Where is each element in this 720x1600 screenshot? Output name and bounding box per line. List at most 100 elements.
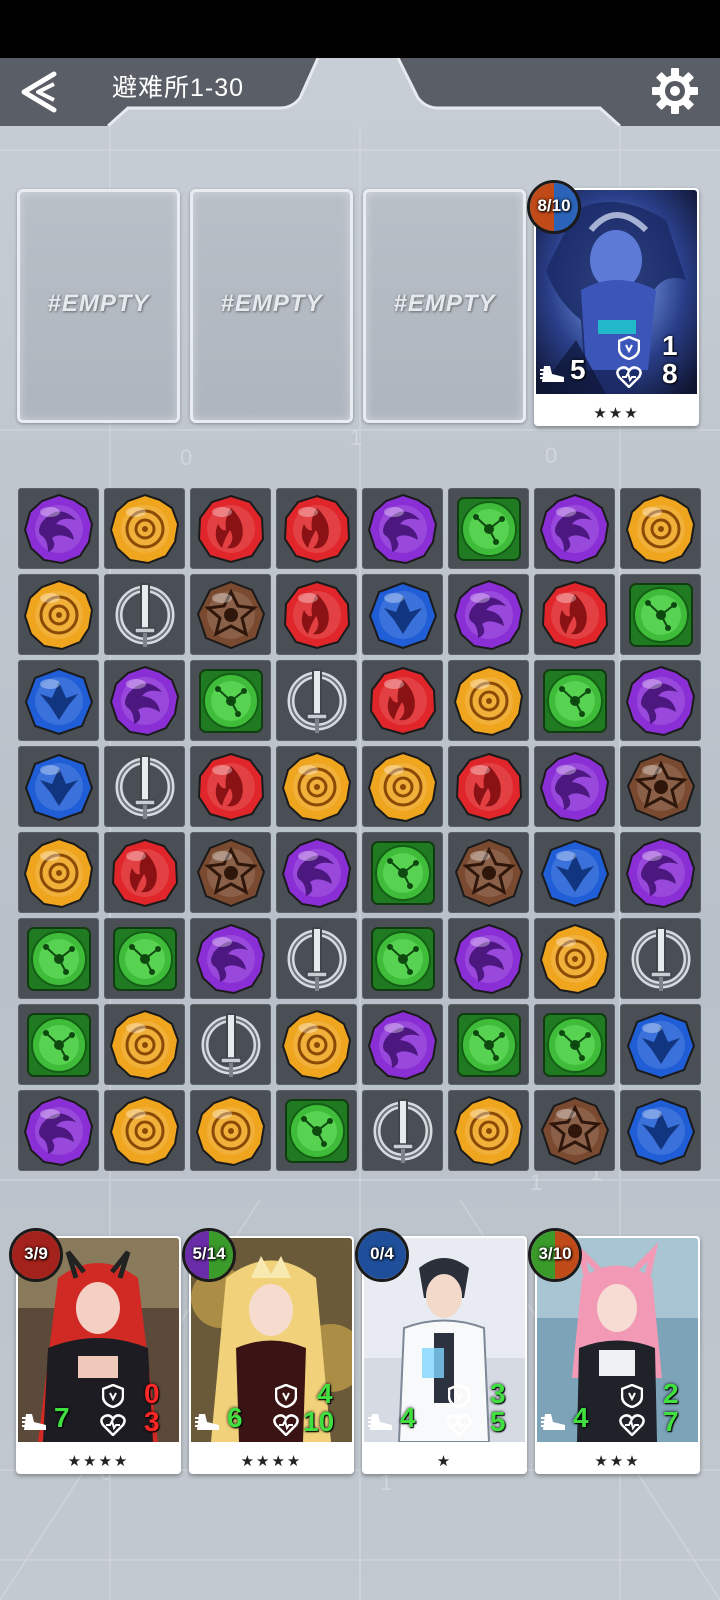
board-cell[interactable] (276, 488, 357, 569)
hero-card-3[interactable]: 0/4 4 3 5 ★ (355, 1228, 527, 1474)
board-cell[interactable] (190, 660, 271, 741)
board-cell[interactable] (18, 746, 99, 827)
board-cell[interactable] (276, 1090, 357, 1171)
board-cell[interactable] (362, 660, 443, 741)
green-nature-gem-icon (543, 1013, 607, 1077)
board-cell[interactable] (104, 1004, 185, 1085)
board-cell[interactable] (620, 832, 701, 913)
board-cell[interactable] (190, 488, 271, 569)
svg-text:0: 0 (545, 443, 557, 468)
heart-icon (446, 1414, 472, 1436)
green-nature-gem-icon (199, 669, 263, 733)
board-cell[interactable] (620, 660, 701, 741)
svg-text:1: 1 (350, 425, 362, 450)
board-cell[interactable] (362, 832, 443, 913)
board-cell[interactable] (534, 574, 615, 655)
empty-slot-1[interactable]: #EMPTY (17, 189, 180, 423)
board-cell[interactable] (620, 574, 701, 655)
board-cell[interactable] (276, 746, 357, 827)
purple-wind-gem-icon (625, 837, 696, 909)
board-cell[interactable] (104, 660, 185, 741)
yellow-sun-gem-icon (23, 837, 94, 909)
energy-value: 0/4 (370, 1244, 394, 1263)
purple-wind-gem-icon (367, 1009, 438, 1081)
board-cell[interactable] (276, 574, 357, 655)
board-cell[interactable] (190, 832, 271, 913)
board-cell[interactable] (620, 1004, 701, 1085)
board-cell[interactable] (362, 918, 443, 999)
board-cell[interactable] (104, 1090, 185, 1171)
board-cell[interactable] (190, 746, 271, 827)
board-cell[interactable] (190, 1090, 271, 1171)
board-cell[interactable] (362, 574, 443, 655)
board-cell[interactable] (362, 1004, 443, 1085)
board-cell[interactable] (18, 488, 99, 569)
board-cell[interactable] (104, 574, 185, 655)
hero-card-2[interactable]: 5/14 6 4 10 ★★★★ (182, 1228, 354, 1474)
empty-slot-3[interactable]: #EMPTY (363, 189, 526, 423)
yellow-sun-gem-icon (539, 923, 610, 995)
board-cell[interactable] (18, 574, 99, 655)
enemy-hp-value: 8 (662, 358, 678, 389)
board-cell[interactable] (18, 918, 99, 999)
board-cell[interactable] (448, 488, 529, 569)
hero-energy-badge-4: 3/10 (528, 1228, 582, 1282)
board-cell[interactable] (534, 918, 615, 999)
yellow-sun-gem-icon (281, 751, 352, 823)
green-nature-gem-icon (371, 927, 435, 991)
board-cell[interactable] (534, 488, 615, 569)
board-cell[interactable] (362, 488, 443, 569)
board-cell[interactable] (534, 832, 615, 913)
board-cell[interactable] (276, 1004, 357, 1085)
board-cell[interactable] (448, 574, 529, 655)
yellow-sun-gem-icon (109, 1095, 180, 1167)
red-flame-gem-icon (369, 666, 437, 736)
board-cell[interactable] (620, 746, 701, 827)
back-arrow-icon[interactable] (18, 70, 66, 114)
svg-text:1: 1 (530, 1170, 542, 1195)
board-cell[interactable] (190, 918, 271, 999)
board-cell[interactable] (104, 488, 185, 569)
gear-icon[interactable] (650, 66, 700, 116)
board-cell[interactable] (448, 1090, 529, 1171)
board-cell[interactable] (276, 832, 357, 913)
board-cell[interactable] (104, 746, 185, 827)
enemy-move-value: 5 (570, 354, 586, 385)
board-cell[interactable] (362, 746, 443, 827)
heart-icon (616, 366, 642, 388)
brown-earth-gem-icon (196, 580, 266, 650)
green-nature-gem-icon (27, 1013, 91, 1077)
empty-slot-2[interactable]: #EMPTY (190, 189, 353, 423)
empty-slot-label: #EMPTY (47, 290, 150, 317)
board-cell[interactable] (448, 660, 529, 741)
board-cell[interactable] (448, 832, 529, 913)
boot-icon (195, 1414, 219, 1430)
board-cell[interactable] (534, 660, 615, 741)
board-cell[interactable] (534, 1004, 615, 1085)
level-title: 避难所1-30 (112, 74, 245, 102)
enemy-card[interactable]: 8/10 5 1 8 ★★★ (527, 180, 699, 426)
hero-energy-badge-3: 0/4 (355, 1228, 409, 1282)
board-cell[interactable] (276, 660, 357, 741)
board-cell[interactable] (534, 1090, 615, 1171)
board-cell[interactable] (448, 1004, 529, 1085)
board-cell[interactable] (18, 660, 99, 741)
board-cell[interactable] (534, 746, 615, 827)
board-cell[interactable] (362, 1090, 443, 1171)
board-cell[interactable] (18, 1004, 99, 1085)
heart-icon (273, 1414, 299, 1436)
board-cell[interactable] (18, 1090, 99, 1171)
board-cell[interactable] (620, 488, 701, 569)
board-cell[interactable] (448, 746, 529, 827)
board-cell[interactable] (190, 574, 271, 655)
board-cell[interactable] (18, 832, 99, 913)
board-cell[interactable] (276, 918, 357, 999)
board-cell[interactable] (104, 918, 185, 999)
board-cell[interactable] (104, 832, 185, 913)
hero-card-4[interactable]: 3/10 4 2 7 ★★★ (528, 1228, 700, 1474)
board-cell[interactable] (620, 1090, 701, 1171)
board-cell[interactable] (190, 1004, 271, 1085)
board-cell[interactable] (448, 918, 529, 999)
board-cell[interactable] (620, 918, 701, 999)
hero-card-1[interactable]: 3/9 7 0 3 ★★★★ (9, 1228, 181, 1474)
